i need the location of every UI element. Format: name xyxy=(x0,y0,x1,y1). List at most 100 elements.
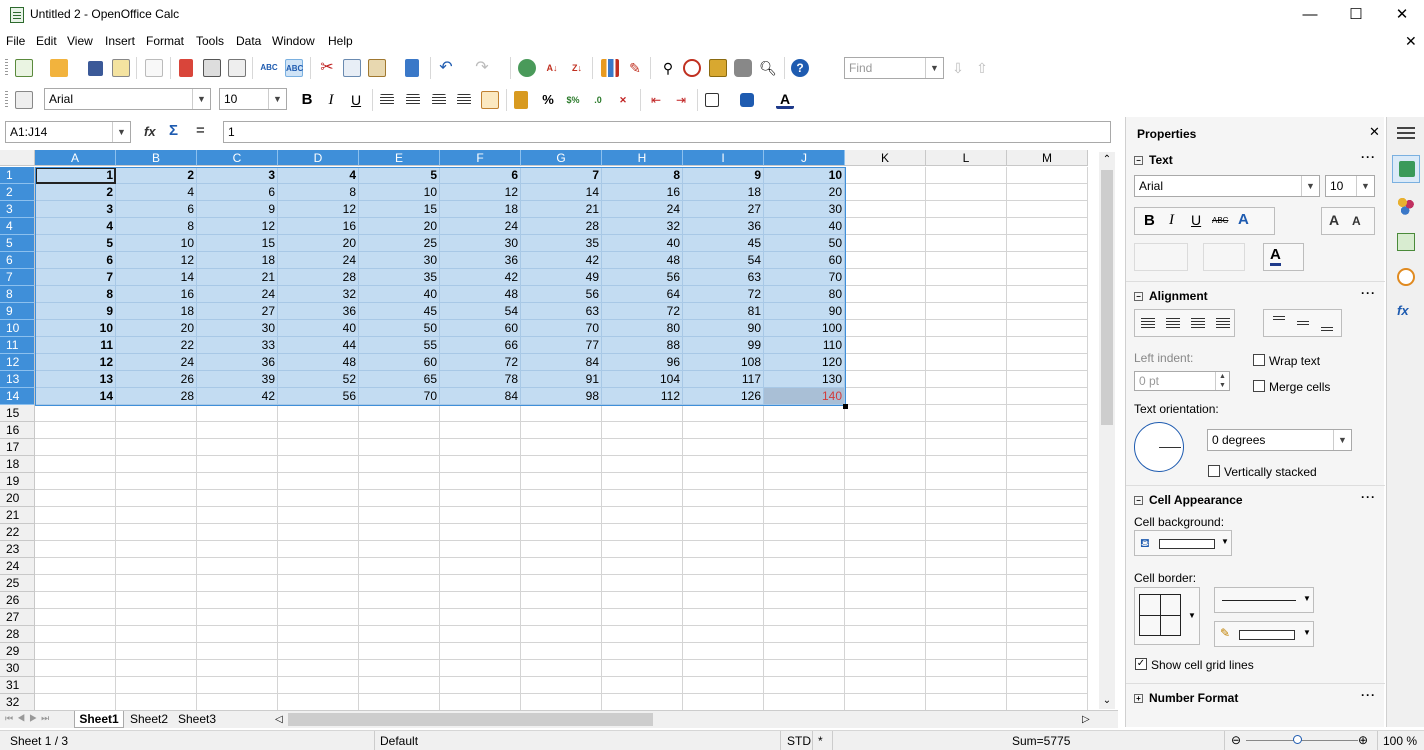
cell[interactable]: 9 xyxy=(197,201,278,218)
cell[interactable] xyxy=(926,320,1007,337)
cell[interactable] xyxy=(1007,218,1088,235)
cell[interactable] xyxy=(764,490,845,507)
cell[interactable] xyxy=(35,490,116,507)
cell[interactable] xyxy=(278,439,359,456)
close-document-icon[interactable]: ✕ xyxy=(1405,33,1417,50)
cell[interactable]: 6 xyxy=(116,201,197,218)
cell[interactable] xyxy=(764,456,845,473)
cell[interactable]: 4 xyxy=(116,184,197,201)
cell[interactable] xyxy=(197,405,278,422)
cell[interactable] xyxy=(764,677,845,694)
function-wizard-icon[interactable]: fx xyxy=(144,124,156,139)
cell[interactable] xyxy=(359,473,440,490)
cell[interactable]: 81 xyxy=(683,303,764,320)
cell[interactable] xyxy=(440,456,521,473)
cell[interactable] xyxy=(926,269,1007,286)
font-size-box[interactable]: 10 ▼ xyxy=(219,88,287,110)
cell[interactable]: 24 xyxy=(602,201,683,218)
cell[interactable]: 88 xyxy=(602,337,683,354)
cell[interactable]: 18 xyxy=(440,201,521,218)
cell[interactable] xyxy=(116,609,197,626)
decrease-font-icon[interactable]: A xyxy=(1352,214,1361,228)
cell[interactable] xyxy=(1007,405,1088,422)
cell[interactable] xyxy=(926,592,1007,609)
cell[interactable] xyxy=(683,626,764,643)
cell[interactable] xyxy=(440,558,521,575)
scroll-down-icon[interactable]: ⌄ xyxy=(1099,693,1115,709)
cell[interactable]: 20 xyxy=(764,184,845,201)
cell[interactable] xyxy=(197,609,278,626)
cell[interactable] xyxy=(359,558,440,575)
cell[interactable]: 24 xyxy=(440,218,521,235)
menu-file[interactable]: File xyxy=(6,34,25,48)
cell[interactable] xyxy=(602,524,683,541)
cell[interactable] xyxy=(197,473,278,490)
cell[interactable] xyxy=(521,490,602,507)
cell[interactable] xyxy=(359,456,440,473)
cell[interactable] xyxy=(602,439,683,456)
cell[interactable] xyxy=(602,405,683,422)
cell[interactable]: 72 xyxy=(440,354,521,371)
cell[interactable]: 2 xyxy=(35,184,116,201)
cell[interactable] xyxy=(926,201,1007,218)
chevron-down-icon[interactable]: ▼ xyxy=(925,58,943,78)
cell[interactable] xyxy=(359,541,440,558)
merge-cells-checkbox[interactable] xyxy=(1253,380,1265,392)
cell[interactable] xyxy=(278,507,359,524)
find-next-icon[interactable]: ⇩ xyxy=(949,59,967,77)
cell[interactable] xyxy=(278,677,359,694)
cell[interactable]: 16 xyxy=(602,184,683,201)
cell[interactable]: 36 xyxy=(683,218,764,235)
shadow-icon[interactable]: A xyxy=(1238,211,1249,228)
cell[interactable]: 12 xyxy=(116,252,197,269)
spin-icon[interactable]: ▲ ▼ xyxy=(1215,372,1229,390)
cell[interactable] xyxy=(602,643,683,660)
cell[interactable] xyxy=(602,541,683,558)
align-middle-icon[interactable] xyxy=(1297,321,1309,325)
cell[interactable] xyxy=(278,422,359,439)
decrease-indent-icon[interactable]: ⇤ xyxy=(647,91,665,109)
cell[interactable]: 12 xyxy=(440,184,521,201)
cell[interactable]: 7 xyxy=(35,269,116,286)
cell[interactable]: 130 xyxy=(764,371,845,388)
cell[interactable] xyxy=(764,507,845,524)
cell[interactable]: 104 xyxy=(602,371,683,388)
cell[interactable]: 10 xyxy=(35,320,116,337)
vertical-scrollbar[interactable]: ⌃ ⌄ xyxy=(1099,152,1115,709)
chevron-down-icon[interactable]: ▼ xyxy=(1356,176,1374,196)
cell[interactable] xyxy=(926,286,1007,303)
cell[interactable] xyxy=(683,677,764,694)
cell[interactable] xyxy=(359,609,440,626)
cell[interactable]: 12 xyxy=(35,354,116,371)
cell[interactable] xyxy=(1007,541,1088,558)
cell[interactable]: 112 xyxy=(602,388,683,405)
cell[interactable] xyxy=(35,473,116,490)
zoom-slider-handle[interactable] xyxy=(1293,735,1302,744)
cell[interactable]: 22 xyxy=(116,337,197,354)
cell[interactable]: 99 xyxy=(683,337,764,354)
cell[interactable] xyxy=(440,643,521,660)
cell[interactable] xyxy=(764,575,845,592)
cell[interactable]: 54 xyxy=(683,252,764,269)
cell[interactable] xyxy=(764,524,845,541)
cell[interactable] xyxy=(926,371,1007,388)
row-header[interactable]: 20 xyxy=(0,490,35,507)
cell[interactable]: 65 xyxy=(359,371,440,388)
column-header[interactable]: G xyxy=(521,150,602,166)
cell[interactable]: 32 xyxy=(278,286,359,303)
cell[interactable] xyxy=(764,558,845,575)
cell[interactable] xyxy=(116,524,197,541)
cell[interactable] xyxy=(35,541,116,558)
cell[interactable] xyxy=(35,592,116,609)
cell[interactable]: 70 xyxy=(764,269,845,286)
cell[interactable] xyxy=(359,524,440,541)
zoom-in-icon[interactable]: ⊕ xyxy=(1358,733,1368,747)
cell[interactable] xyxy=(764,694,845,711)
cell[interactable]: 8 xyxy=(602,167,683,184)
cell[interactable] xyxy=(440,439,521,456)
cell[interactable] xyxy=(440,592,521,609)
bold-icon[interactable]: B xyxy=(1144,212,1155,229)
cell[interactable] xyxy=(1007,609,1088,626)
cell[interactable] xyxy=(845,439,926,456)
cell[interactable]: 78 xyxy=(440,371,521,388)
